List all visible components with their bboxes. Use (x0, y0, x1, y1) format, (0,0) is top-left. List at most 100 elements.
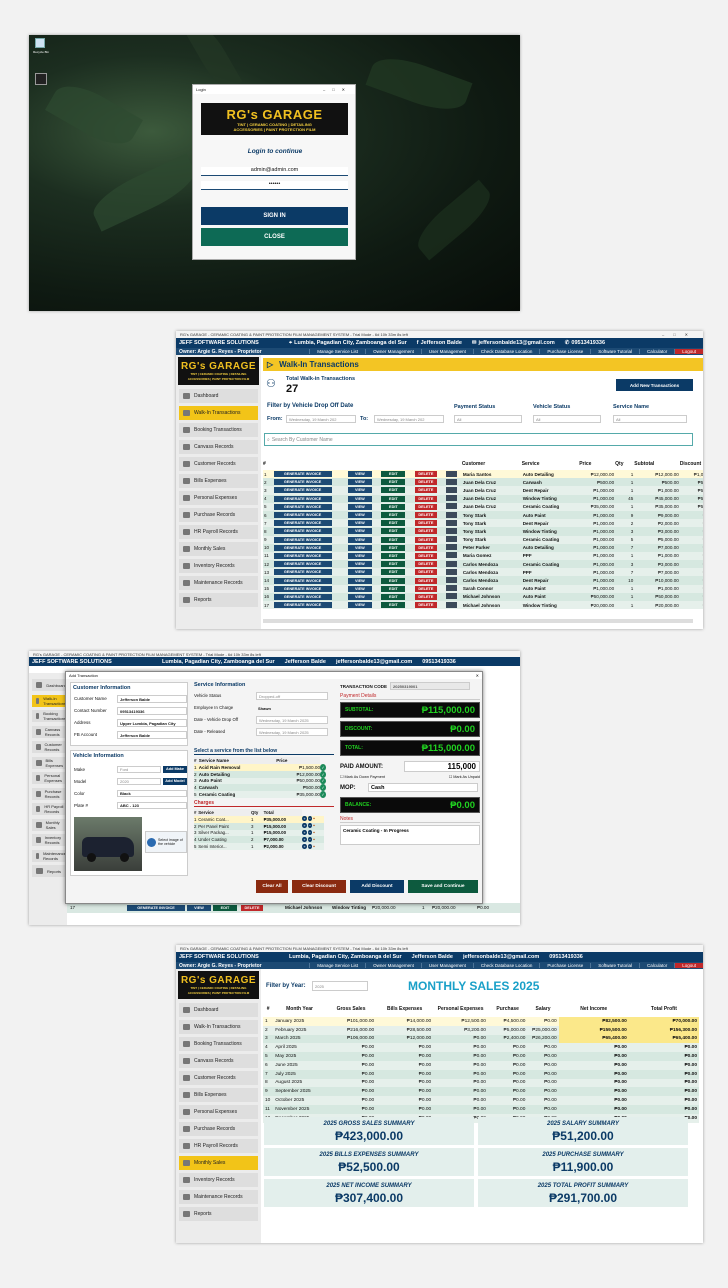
recycle-bin-icon[interactable] (35, 38, 45, 48)
payment-status-select[interactable]: All (454, 415, 522, 423)
logout-button[interactable]: Logout (674, 349, 703, 354)
mop-select[interactable]: Cash (368, 783, 478, 792)
address-field[interactable]: Upper Lumbia, Pagadian City (117, 719, 187, 727)
service-row[interactable]: 4 Carwash ₱500.00 ✓ (194, 784, 326, 792)
edit-button[interactable]: EDIT (381, 544, 406, 551)
table-row[interactable]: 5 May 2025 ₱0.00 ₱0.00 ₱0.00 ₱0.00 ₱0.00 ₱0.00 ₱… (263, 1052, 699, 1061)
plus-icon[interactable]: + (302, 836, 307, 842)
delete-button[interactable]: DELETE (414, 544, 437, 551)
charge-row[interactable]: 3 Silver Packag... 1 ₱15,000.00 + − ▪ (194, 829, 324, 837)
table-row[interactable]: 11 November 2025 ₱0.00 ₱0.00 ₱0.00 ₱0.00 ₱0.00… (263, 1104, 699, 1114)
notes-field[interactable]: Ceramic Coating - In Progress (340, 825, 480, 845)
rel-field[interactable]: Wednesday, 19 March 2025 (256, 728, 328, 736)
cust_name-field[interactable]: Jefferson Balde (117, 695, 187, 703)
minus-icon[interactable]: − (307, 829, 313, 835)
sidebar-item-reports[interactable]: Reports (32, 865, 66, 877)
menu4-manage-service[interactable]: Manage Service List (309, 963, 365, 968)
save-continue-button[interactable]: Save and Continue (408, 880, 478, 893)
delete-button[interactable]: DELETE (414, 479, 437, 486)
window-controls[interactable]: –□✕ (662, 332, 703, 337)
minus-icon[interactable]: − (307, 843, 313, 849)
service-row[interactable]: 3 Auto Paint ₱50,000.00 ✓ (194, 777, 326, 785)
sidebar-item-monthly-sales[interactable]: Monthly Sales (179, 1156, 258, 1170)
trash-icon[interactable]: ▪ (313, 837, 315, 843)
sidebar-item-reports[interactable]: Reports (179, 593, 258, 607)
view-button[interactable]: VIEW (347, 487, 372, 494)
edit-button[interactable]: EDIT (381, 528, 406, 535)
sidebar-item-maintenance-records[interactable]: Maintenance Records (179, 576, 258, 590)
generate-invoice-button[interactable]: GENERATE INVOICE (273, 487, 332, 494)
delete-button[interactable]: DELETE (414, 487, 437, 494)
select-image-button[interactable]: Select image of the vehicle (145, 831, 187, 853)
view-button[interactable]: VIEW (347, 602, 372, 609)
sidebar-item-purchase-records[interactable]: Purchase Records (32, 787, 66, 800)
minus-icon[interactable]: − (307, 816, 313, 822)
bg-delete-button[interactable]: DELETE (241, 905, 263, 911)
password-field[interactable]: •••••• (201, 181, 348, 190)
table-row[interactable]: 16 GENERATE INVOICE VIEW EDIT DELETE Michael … (263, 592, 703, 601)
generate-invoice-button[interactable]: GENERATE INVOICE (273, 577, 332, 584)
view-button[interactable]: VIEW (347, 577, 372, 584)
desktop-shortcut-icon[interactable] (35, 73, 47, 85)
sidebar-item-personal-expenses[interactable]: Personal Expenses (179, 1105, 258, 1119)
edit-button[interactable]: EDIT (381, 569, 406, 576)
service-row[interactable]: 1 Acid Rain Removal ₱1,500.00 ✓ (194, 764, 326, 771)
menu-calculator[interactable]: Calculator (638, 349, 674, 354)
charge-row[interactable]: 2 Per Panel Paint 3 ₱15,000.00 + − ▪ (194, 822, 324, 830)
add-discount-button[interactable]: Add Discount (350, 880, 404, 893)
edit-button[interactable]: EDIT (381, 520, 406, 527)
table-row[interactable]: 9 September 2025 ₱0.00 ₱0.00 ₱0.00 ₱0.00 ₱0.00… (263, 1087, 699, 1097)
sidebar-item-canvass-records[interactable]: Canvass Records (179, 1054, 258, 1068)
table-row[interactable]: 8 GENERATE INVOICE VIEW EDIT DELETE Tony Star… (263, 527, 703, 536)
horizontal-scrollbar[interactable] (263, 619, 693, 623)
generate-invoice-button[interactable]: GENERATE INVOICE (273, 602, 332, 609)
sidebar-item-dashboard[interactable]: Dashboard (179, 1003, 258, 1017)
sidebar-item-bills-expenses[interactable]: Bills Expenses (32, 756, 66, 769)
charge-row[interactable]: 1 Ceramic Coat... 1 ₱35,000.00 + − ▪ (194, 816, 324, 823)
search-input[interactable]: ⌕ Search By Customer Name (264, 433, 693, 446)
menu4-user[interactable]: User Management (420, 963, 473, 968)
edit-button[interactable]: EDIT (381, 487, 406, 494)
charge-row[interactable]: 5 Semi Interior... 1 ₱2,000.00 + − ▪ (194, 843, 324, 850)
table-row[interactable]: 10 GENERATE INVOICE VIEW EDIT DELETE Peter Pa… (263, 543, 703, 552)
generate-invoice-button[interactable]: GENERATE INVOICE (273, 495, 332, 502)
vehicle-status-select[interactable]: All (533, 415, 601, 423)
table-row[interactable]: 4 GENERATE INVOICE VIEW EDIT DELETE Juan Dela… (263, 494, 703, 503)
sidebar-item-booking-transactions[interactable]: Booking Transactions (32, 710, 66, 722)
generate-invoice-button[interactable]: GENERATE INVOICE (273, 512, 332, 519)
view-button[interactable]: VIEW (347, 544, 372, 551)
sidebar-item-purchase-records[interactable]: Purchase Records (179, 1122, 258, 1136)
view-button[interactable]: VIEW (347, 593, 372, 600)
view-button[interactable]: VIEW (347, 471, 372, 478)
delete-button[interactable]: DELETE (414, 585, 437, 592)
sidebar-item-reports[interactable]: Reports (179, 1207, 258, 1221)
sidebar-item-monthly-sales[interactable]: Monthly Sales (179, 542, 258, 556)
sidebar-item-hr-payroll-records[interactable]: HR Payroll Records (179, 525, 258, 539)
sidebar-item-bills-expenses[interactable]: Bills Expenses (179, 1088, 258, 1102)
sidebar-item-dashboard[interactable]: Dashboard (179, 389, 258, 403)
table-row[interactable]: 6 June 2025 ₱0.00 ₱0.00 ₱0.00 ₱0.00 ₱0.00 ₱0.00… (263, 1060, 699, 1070)
generate-invoice-button[interactable]: GENERATE INVOICE (273, 552, 332, 559)
menu-manage-service[interactable]: Manage Service List (309, 349, 365, 354)
dialog-close-icon[interactable]: ✕ (476, 673, 482, 678)
sidebar-item-personal-expenses[interactable]: Personal Expenses (179, 491, 258, 505)
plus-icon[interactable]: + (302, 823, 307, 829)
sidebar-item-canvass-records[interactable]: Canvass Records (179, 440, 258, 454)
generate-invoice-button[interactable]: GENERATE INVOICE (273, 585, 332, 592)
year-select[interactable]: 2025 (312, 981, 368, 991)
edit-button[interactable]: EDIT (381, 561, 406, 568)
menu-tutorial[interactable]: Software Tutorial (590, 349, 639, 354)
table-row[interactable]: 14 GENERATE INVOICE VIEW EDIT DELETE Carlos M… (263, 576, 703, 585)
color-field[interactable]: Black (117, 790, 187, 797)
sidebar-item-hr-payroll-records[interactable]: HR Payroll Records (179, 1139, 258, 1153)
trash-icon[interactable]: ▪ (313, 823, 315, 829)
delete-button[interactable]: DELETE (414, 471, 437, 478)
view-button[interactable]: VIEW (347, 479, 372, 486)
table-row[interactable]: 12 GENERATE INVOICE VIEW EDIT DELETE Carlos M… (263, 560, 703, 569)
edit-button[interactable]: EDIT (381, 495, 406, 502)
menu-owner[interactable]: Owner Management (365, 349, 421, 354)
delete-button[interactable]: DELETE (414, 561, 437, 568)
table-row[interactable]: 8 August 2025 ₱0.00 ₱0.00 ₱0.00 ₱0.00 ₱0.00 ₱0.… (263, 1078, 699, 1088)
generate-invoice-button[interactable]: GENERATE INVOICE (273, 536, 332, 543)
bg-generate-button[interactable]: GENERATE INVOICE (127, 905, 185, 911)
